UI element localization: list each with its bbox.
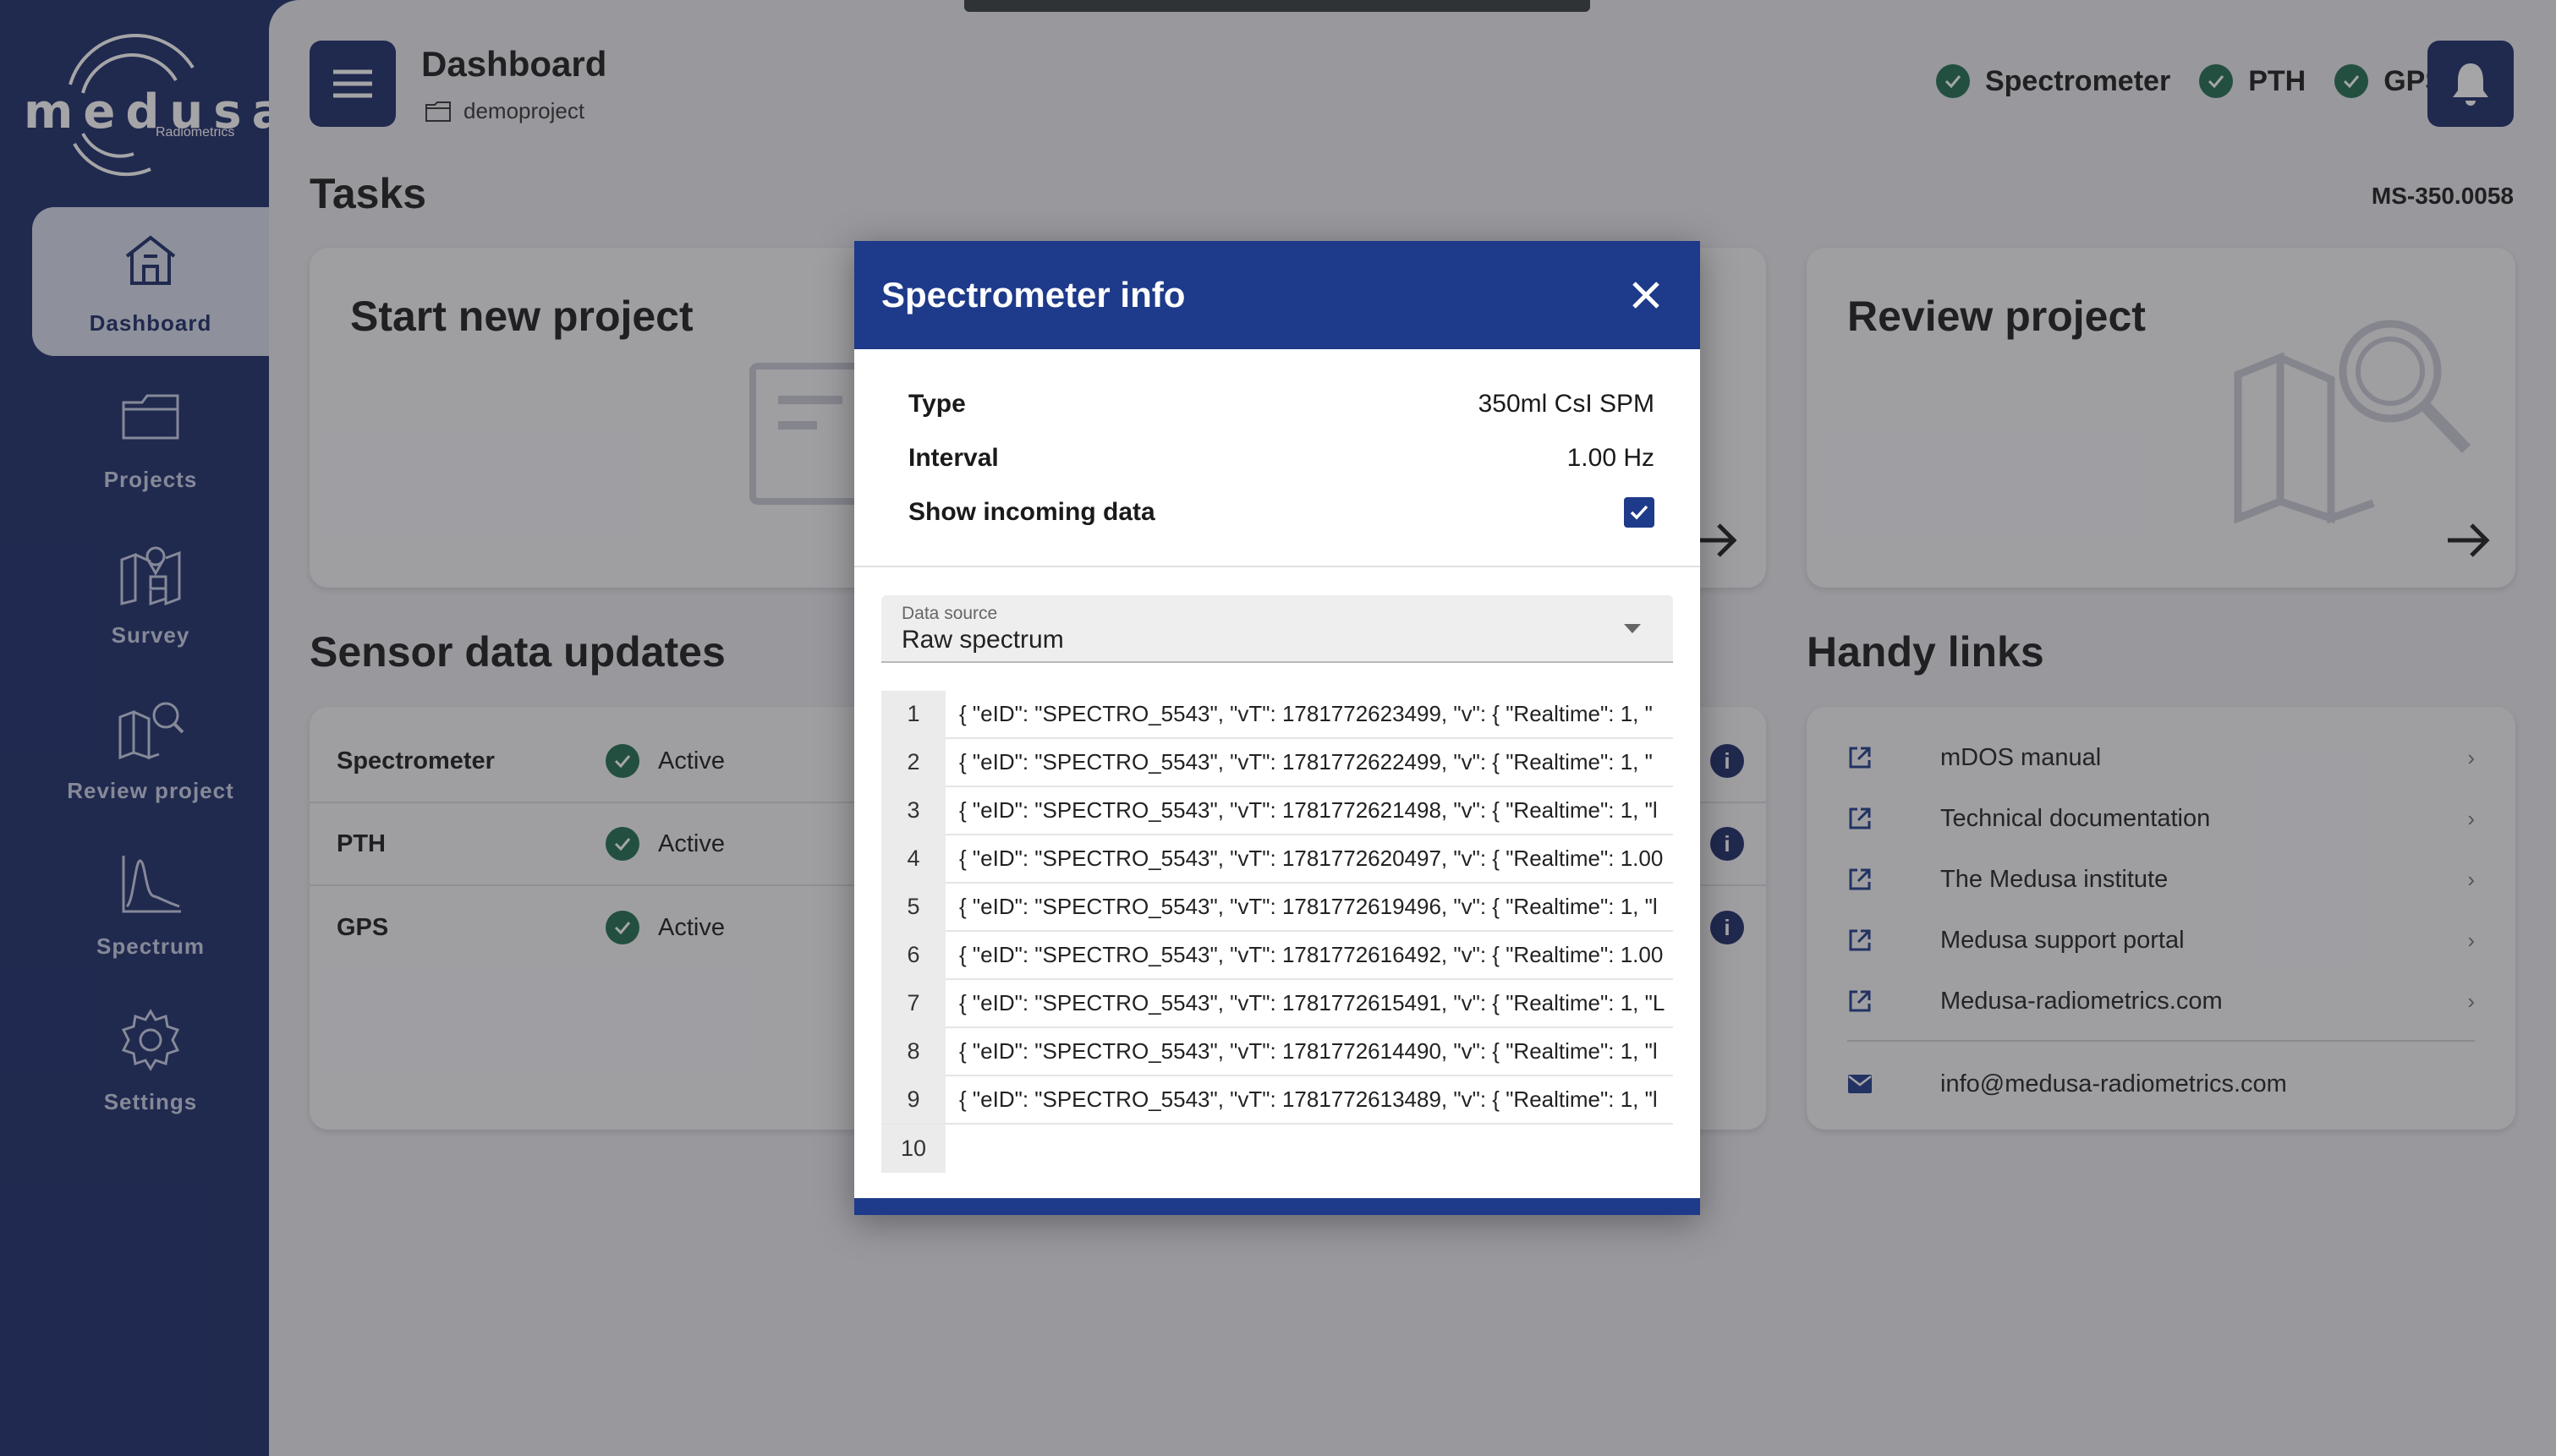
log-line: 6 { "eID": "SPECTRO_5543", "vT": 17817726… <box>881 931 1673 980</box>
interval-value: 1.00 Hz <box>1566 444 1654 472</box>
interval-label: Interval <box>908 444 999 472</box>
log-line: 9 { "eID": "SPECTRO_5543", "vT": 17817726… <box>881 1076 1673 1125</box>
info-row-show-data: Show incoming data <box>908 488 1654 537</box>
log-line: 3 { "eID": "SPECTRO_5543", "vT": 17817726… <box>881 786 1673 835</box>
data-source-value: Raw spectrum <box>902 626 1064 654</box>
incoming-data-log[interactable]: 1 { "eID": "SPECTRO_5543", "vT": 17817726… <box>881 691 1673 1173</box>
log-text: { "eID": "SPECTRO_5543", "vT": 178177262… <box>959 797 1658 823</box>
line-number: 1 <box>881 691 946 738</box>
line-number: 5 <box>881 883 946 931</box>
line-number: 9 <box>881 1076 946 1124</box>
log-text: { "eID": "SPECTRO_5543", "vT": 178177261… <box>959 942 1664 967</box>
line-number: 3 <box>881 786 946 835</box>
dialog-header: Spectrometer info <box>854 241 1700 349</box>
line-number: 8 <box>881 1027 946 1076</box>
check-icon <box>1630 505 1648 520</box>
data-source-select[interactable]: Data source Raw spectrum <box>881 595 1673 663</box>
line-number: 2 <box>881 738 946 786</box>
type-value: 350ml CsI SPM <box>1478 390 1654 418</box>
chevron-down-icon <box>1624 624 1641 633</box>
close-icon[interactable] <box>1626 275 1666 315</box>
type-label: Type <box>908 390 966 418</box>
line-number: 4 <box>881 835 946 883</box>
log-text: { "eID": "SPECTRO_5543", "vT": 178177262… <box>959 846 1664 871</box>
log-line: 5 { "eID": "SPECTRO_5543", "vT": 17817726… <box>881 883 1673 932</box>
log-line: 8 { "eID": "SPECTRO_5543", "vT": 17817726… <box>881 1027 1673 1076</box>
info-row-type: Type 350ml CsI SPM <box>908 380 1654 429</box>
log-text: { "eID": "SPECTRO_5543", "vT": 178177261… <box>959 1087 1658 1112</box>
log-text: { "eID": "SPECTRO_5543", "vT": 178177261… <box>959 990 1665 1015</box>
spectrometer-info-dialog: Spectrometer info Type 350ml CsI SPM Int… <box>854 241 1700 1215</box>
log-line: 4 { "eID": "SPECTRO_5543", "vT": 17817726… <box>881 835 1673 884</box>
info-row-interval: Interval 1.00 Hz <box>908 434 1654 483</box>
log-text: { "eID": "SPECTRO_5543", "vT": 178177262… <box>959 749 1653 775</box>
show-data-checkbox[interactable] <box>1624 497 1654 528</box>
dialog-footer-bar <box>854 1198 1700 1215</box>
line-number: 6 <box>881 931 946 979</box>
divider <box>854 566 1700 567</box>
show-data-label: Show incoming data <box>908 498 1155 526</box>
line-number: 10 <box>881 1125 946 1173</box>
top-edge-bar <box>964 0 1590 12</box>
log-line: 7 { "eID": "SPECTRO_5543", "vT": 17817726… <box>881 979 1673 1028</box>
data-source-label: Data source <box>902 604 998 623</box>
log-line: 2 { "eID": "SPECTRO_5543", "vT": 17817726… <box>881 738 1673 787</box>
log-text: { "eID": "SPECTRO_5543", "vT": 178177261… <box>959 1038 1658 1064</box>
line-number: 7 <box>881 979 946 1027</box>
log-text: { "eID": "SPECTRO_5543", "vT": 178177261… <box>959 894 1658 919</box>
dialog-title: Spectrometer info <box>881 275 1186 315</box>
log-line: 1 { "eID": "SPECTRO_5543", "vT": 17817726… <box>881 691 1673 739</box>
log-text: { "eID": "SPECTRO_5543", "vT": 178177262… <box>959 701 1653 726</box>
log-line: 10 <box>881 1125 1673 1173</box>
